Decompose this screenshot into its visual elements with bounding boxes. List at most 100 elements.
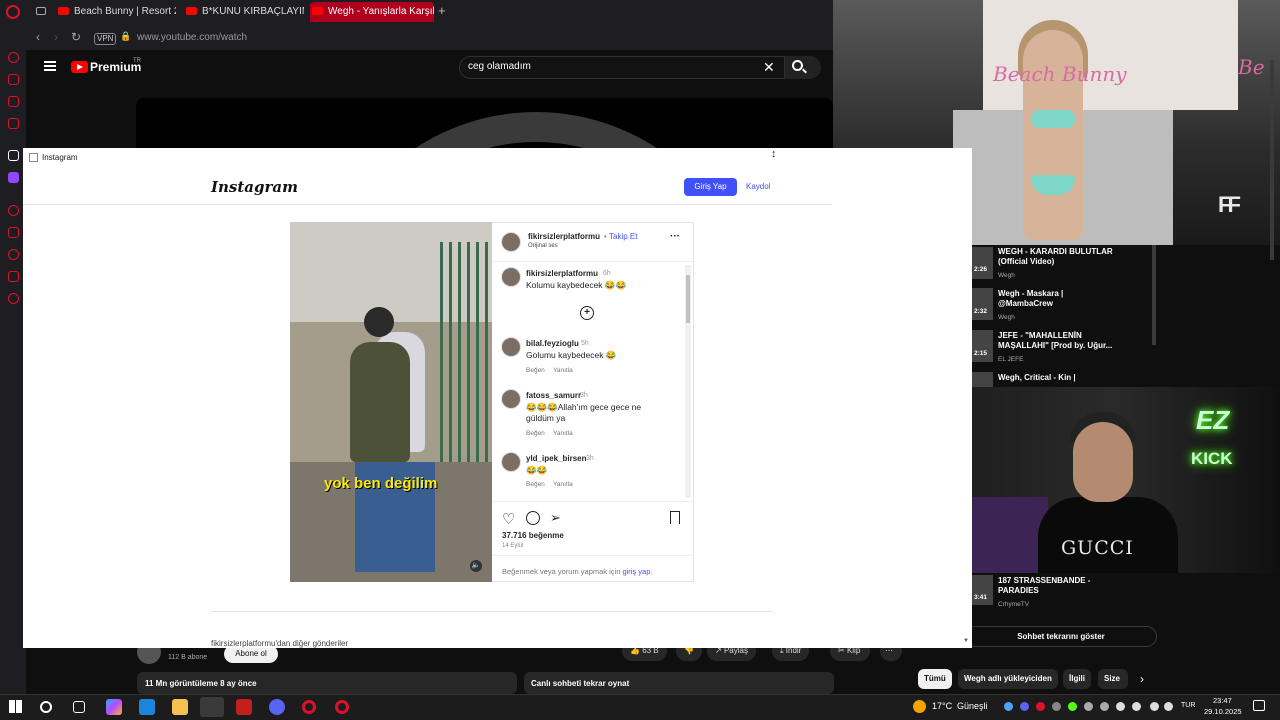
- comment-user[interactable]: fatoss_samurr: [526, 391, 581, 400]
- sidebar-twitch-icon[interactable]: [8, 172, 19, 183]
- tray-nvidia-icon[interactable]: [1068, 702, 1077, 711]
- forward-button[interactable]: ›: [54, 30, 58, 44]
- popup-titlebar[interactable]: [23, 148, 972, 168]
- youtube-logo-icon[interactable]: [71, 61, 88, 73]
- sidebar-bag-icon[interactable]: [8, 74, 19, 85]
- file-explorer-icon[interactable]: [172, 699, 188, 715]
- rec-title[interactable]: WEGH - KARARDI BULUTLAR (Official Video): [998, 247, 1118, 267]
- show-chat-replay-button[interactable]: Sohbet tekrarını göster: [965, 626, 1157, 647]
- mute-icon[interactable]: 🔈: [470, 560, 482, 572]
- rec-thumbnail[interactable]: [972, 247, 993, 279]
- post-author[interactable]: fikirsizlerplatformu: [528, 232, 600, 241]
- edge-icon[interactable]: [139, 699, 155, 715]
- rec-title[interactable]: Wegh - Maskara | @MambaCrew: [998, 289, 1118, 309]
- tray-speaker-icon[interactable]: [1132, 702, 1141, 711]
- scroll-down-arrow-icon[interactable]: ▼: [963, 638, 969, 644]
- comments-scroll-thumb[interactable]: [686, 275, 690, 323]
- clock-date[interactable]: 29.10.2025: [1204, 707, 1242, 716]
- heart-icon[interactable]: ♡: [502, 510, 515, 528]
- search-input[interactable]: ceg olamadım: [468, 61, 531, 72]
- filter-chip-for-you[interactable]: Size ö: [1098, 669, 1128, 689]
- bookmark-icon[interactable]: [670, 511, 680, 524]
- rec-channel[interactable]: EL JEFE: [998, 356, 1023, 363]
- comment-avatar[interactable]: [501, 337, 521, 357]
- windows-start-icon[interactable]: [9, 700, 22, 713]
- tray-chevron-icon[interactable]: [1164, 702, 1173, 711]
- sidebar-bookmark-icon[interactable]: [8, 227, 19, 238]
- page-scrollbar[interactable]: [1270, 60, 1274, 260]
- task-view-icon[interactable]: [73, 701, 85, 713]
- browser-tab-wegh-active[interactable]: Wegh - Yanışlarla Karşıla: [310, 2, 434, 22]
- tray-mic-icon[interactable]: [1116, 702, 1125, 711]
- share-icon[interactable]: ➢: [550, 510, 561, 526]
- comment-reply-link[interactable]: Yanıtla: [553, 430, 573, 437]
- video-player[interactable]: [136, 98, 833, 150]
- tray-discord-icon[interactable]: [1020, 702, 1029, 711]
- recommendation-scrollbar[interactable]: [1152, 245, 1156, 345]
- sidebar-history-icon[interactable]: [8, 249, 19, 260]
- login-prompt-link[interactable]: giriş yap.: [622, 567, 652, 576]
- sidebar-player-icon[interactable]: [8, 205, 19, 216]
- comment-avatar[interactable]: [501, 389, 521, 409]
- sidebar-instagram-icon[interactable]: [8, 118, 19, 129]
- search-icon[interactable]: [792, 60, 803, 71]
- chevron-right-icon[interactable]: ›: [1140, 672, 1144, 686]
- browser-tab-beach-bunny[interactable]: Beach Bunny | Resort 20: [56, 2, 176, 22]
- input-language[interactable]: TUR: [1181, 702, 1195, 709]
- copilot-icon[interactable]: [106, 699, 122, 715]
- back-button[interactable]: ‹: [36, 30, 40, 44]
- discord-icon[interactable]: [269, 699, 285, 715]
- tray-volume-icon[interactable]: [1100, 702, 1109, 711]
- rec-title[interactable]: Wegh, Critical - Kin |: [998, 373, 1118, 383]
- rec-thumbnail[interactable]: [972, 288, 993, 320]
- clear-search-icon[interactable]: ✕: [763, 59, 775, 76]
- sidebar-aria-icon[interactable]: [8, 52, 19, 63]
- follow-button[interactable]: Takip Et: [609, 232, 637, 241]
- tray-network-icon[interactable]: [1084, 702, 1093, 711]
- obs-active-icon[interactable]: [200, 697, 224, 717]
- voicemod-icon[interactable]: [236, 699, 252, 715]
- filter-chip-uploader[interactable]: Wegh adlı yükleyiciden: [958, 669, 1058, 689]
- comment-avatar[interactable]: [501, 452, 521, 472]
- sidebar-extensions-icon[interactable]: [8, 271, 19, 282]
- comment-like-link[interactable]: Beğen: [526, 430, 545, 437]
- load-more-comments-icon[interactable]: +: [580, 306, 594, 320]
- comment-like-link[interactable]: Beğen: [526, 367, 545, 374]
- sidebar-settings-icon[interactable]: [8, 293, 19, 304]
- filter-chip-related[interactable]: İlgili: [1063, 669, 1091, 689]
- sidebar-arrow-icon[interactable]: [8, 150, 19, 161]
- instagram-logo[interactable]: Instagram: [211, 178, 298, 196]
- login-button[interactable]: Giriş Yap: [684, 178, 737, 196]
- weather-description[interactable]: Güneşli: [957, 701, 988, 711]
- tray-steam-icon[interactable]: [1004, 702, 1013, 711]
- new-tab-button[interactable]: +: [438, 3, 446, 18]
- opera-logo-icon[interactable]: [6, 5, 20, 19]
- sidebar-messenger-icon[interactable]: [8, 96, 19, 107]
- rec-channel[interactable]: Wegh: [998, 314, 1015, 321]
- opera-icon[interactable]: [302, 700, 316, 714]
- browser-tab-kirbaclayim[interactable]: B*KUNU KIRBAÇLAYIM |: [184, 2, 304, 22]
- like-count[interactable]: 37.716 beğenme: [502, 531, 564, 540]
- audio-label[interactable]: Orijinal ses: [528, 243, 558, 249]
- url-field[interactable]: www.youtube.com/watch: [137, 32, 247, 43]
- tray-opera-icon[interactable]: [1036, 702, 1045, 711]
- filter-chip-all[interactable]: Tümü: [918, 669, 952, 689]
- signup-link[interactable]: Kaydol: [746, 182, 770, 191]
- rec-title[interactable]: JEFE - "MAHALLENİN MAŞALLAHI" [Prod by. …: [998, 331, 1118, 351]
- search-icon[interactable]: [40, 701, 52, 713]
- tab-overview-icon[interactable]: [36, 7, 46, 15]
- comment-reply-link[interactable]: Yanıtla: [553, 481, 573, 488]
- comment-reply-link[interactable]: Yanıtla: [553, 367, 573, 374]
- weather-temperature[interactable]: 17°C: [932, 701, 952, 711]
- rec-channel[interactable]: CrhymeTV: [998, 601, 1029, 608]
- more-options-icon[interactable]: ···: [670, 231, 680, 242]
- weather-sun-icon[interactable]: [913, 700, 926, 713]
- comment-user[interactable]: fikirsizlerplatformu: [526, 269, 598, 278]
- opera-gx-icon[interactable]: [335, 700, 349, 714]
- vpn-badge[interactable]: VPN: [94, 33, 117, 45]
- reload-icon[interactable]: ↻: [71, 30, 81, 44]
- rec-thumbnail[interactable]: [972, 330, 993, 362]
- clock-time[interactable]: 23:47: [1213, 696, 1232, 705]
- comment-user[interactable]: bilal.feyzioglu: [526, 339, 579, 348]
- tray-battery-icon[interactable]: [1150, 702, 1159, 711]
